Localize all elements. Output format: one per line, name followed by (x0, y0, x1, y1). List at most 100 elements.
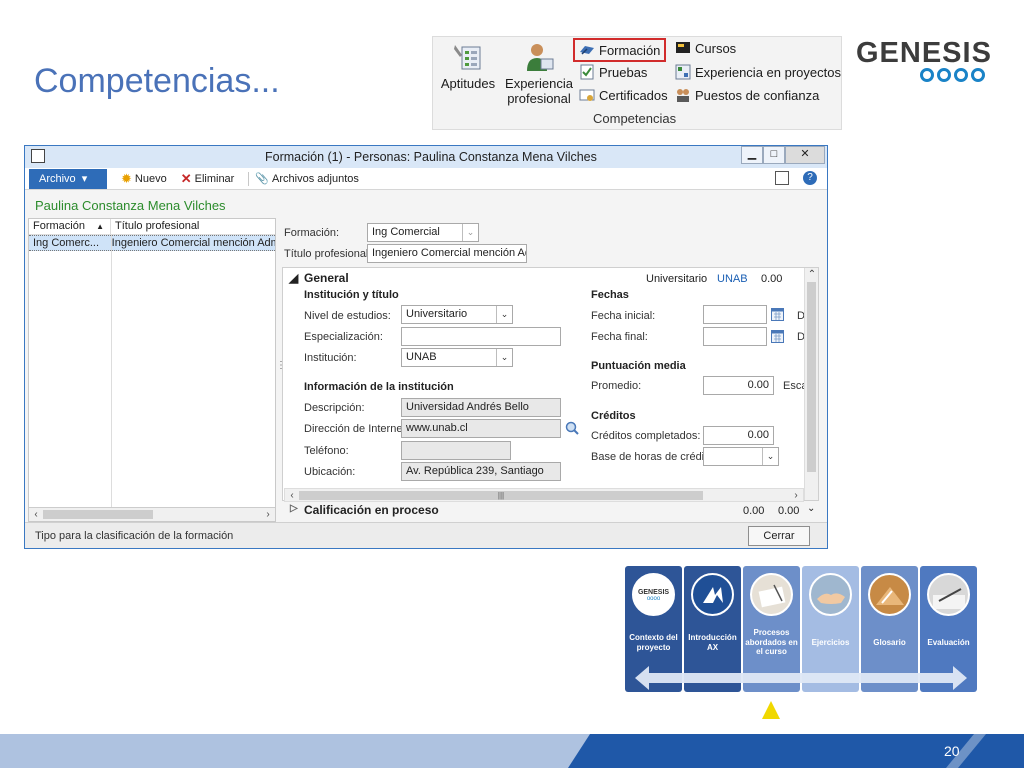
eliminar-button[interactable]: ✕ Eliminar (181, 171, 235, 187)
grid-horizontal-scrollbar[interactable]: ‹ › (29, 507, 275, 521)
scroll-left-icon[interactable]: ‹ (29, 508, 43, 521)
status-bar: Tipo para la clasificación de la formaci… (25, 522, 827, 548)
chevron-down-icon[interactable]: ⌄ (496, 306, 512, 323)
close-window-button[interactable]: ✕ (785, 146, 825, 164)
formacion-label: Formación (599, 42, 661, 58)
person-icon (527, 44, 554, 71)
new-icon: ✹ (121, 170, 132, 186)
chevron-down-icon[interactable]: ⌄ (462, 224, 478, 241)
status-text: Tipo para la clasificación de la formaci… (35, 530, 234, 542)
genesis-logo: GENESIS (856, 38, 996, 86)
form-vertical-scrollbar[interactable]: ⌃ (804, 268, 818, 500)
aptitudes-button[interactable]: Aptitudes (439, 41, 497, 91)
nav-logo-text: GENESIS (637, 589, 670, 596)
institucion-field[interactable]: UNAB ⌄ (401, 348, 513, 367)
scroll-up-icon[interactable]: ⌃ (805, 268, 819, 281)
titulo-field[interactable]: Ingeniero Comercial mención Adn (367, 244, 527, 263)
pruebas-icon (580, 64, 594, 80)
window-title: Formación (1) - Personas: Paulina Consta… (265, 150, 597, 164)
nav-label: Contexto del proyecto (629, 633, 678, 652)
browse-web-icon[interactable] (565, 421, 579, 435)
telefono-field[interactable] (401, 441, 511, 460)
course-navigation: GENESIS oooo Contexto del proyecto Intro… (625, 566, 977, 692)
calendar-icon[interactable] (771, 330, 784, 343)
grid-header: Formación ▲ Título profesional (29, 219, 275, 235)
person-name: Paulina Constanza Mena Vilches (35, 198, 226, 213)
direccion-field[interactable]: www.unab.cl (401, 419, 561, 438)
scroll-thumb[interactable] (43, 510, 153, 519)
layout-icon[interactable] (775, 171, 789, 185)
general-collapse-icon[interactable]: ◢ (289, 271, 298, 285)
form-horizontal-scrollbar[interactable]: ‹ ||| › (284, 488, 804, 502)
formacion-value: Ing Comercial (372, 226, 440, 238)
table-row[interactable]: Ing Comerc... Ingeniero Comercial menció… (29, 235, 275, 251)
descripcion-field[interactable]: Universidad Andrés Bello (401, 398, 561, 417)
archivos-adjuntos-button[interactable]: 📎 Archivos adjuntos (255, 172, 359, 186)
scroll-right-icon[interactable]: › (261, 508, 275, 521)
certificado-icon (579, 89, 595, 101)
archivo-menu[interactable]: Archivo ▾ (29, 168, 107, 189)
scroll-thumb[interactable] (807, 282, 816, 472)
descripcion-label: Descripción: (304, 402, 365, 414)
info-institucion-heading: Información de la institución (304, 381, 454, 393)
fecha-inicial-field[interactable] (703, 305, 767, 324)
experiencia-label-2: profesional (507, 91, 571, 106)
cursos-button[interactable]: Cursos (675, 38, 736, 58)
aptitudes-icon (454, 45, 481, 70)
logo-ring (920, 68, 934, 82)
calificacion-title[interactable]: Calificación en proceso (304, 503, 439, 517)
puestos-confianza-button[interactable]: Puestos de confianza (675, 85, 819, 105)
nivel-value: Universitario (406, 308, 468, 320)
logo-rings (920, 68, 996, 82)
nuevo-button[interactable]: ✹ Nuevo (121, 171, 167, 187)
page-number: 20 (944, 743, 960, 759)
certificados-button[interactable]: Certificados (579, 85, 668, 105)
ubicacion-field[interactable]: Av. República 239, Santiago (401, 462, 561, 481)
nav-label: Evaluación (927, 638, 970, 647)
inst-titulo-heading: Institución y título (304, 289, 399, 301)
experiencia-profesional-button[interactable]: Experiencia profesional (505, 41, 573, 106)
formacion-button[interactable]: Formación (573, 38, 667, 62)
help-icon[interactable]: ? (803, 171, 817, 185)
fecha-final-label: Fecha final: (591, 331, 648, 343)
especializacion-field[interactable] (401, 327, 561, 346)
ubicacion-label: Ubicación: (304, 466, 356, 478)
minimize-button[interactable]: ▁ (741, 146, 763, 164)
nivel-label: Nivel de estudios: (304, 310, 391, 322)
fecha-final-field[interactable] (703, 327, 767, 346)
cell-titulo: Ingeniero Comercial mención Admi (111, 237, 275, 249)
puestos-confianza-label: Puestos de confianza (695, 87, 820, 103)
calendar-icon[interactable] (771, 308, 784, 321)
nivel-field[interactable]: Universitario ⌄ (401, 305, 513, 324)
experiencia-proyectos-button[interactable]: Experiencia en proyectos (675, 62, 841, 82)
col-header-titulo[interactable]: Título profesional (111, 219, 199, 234)
dynamics-logo-icon (691, 573, 734, 616)
col-header-formacion[interactable]: Formación ▲ (29, 219, 111, 234)
archivo-label: Archivo (39, 172, 76, 185)
calificacion-expand-icon[interactable]: ▷ (290, 503, 298, 514)
general-title[interactable]: General (304, 271, 349, 285)
nav-label: Ejercicios (811, 638, 850, 647)
cursos-label: Cursos (695, 40, 737, 56)
nav-label: Introducción AX (688, 633, 737, 652)
formacion-field[interactable]: Ing Comercial ⌄ (367, 223, 479, 242)
nav-label: Glosario (873, 638, 906, 647)
creditos-completados-field[interactable]: 0.00 (703, 426, 774, 445)
base-horas-field[interactable]: ⌄ (703, 447, 779, 466)
documents-icon (750, 573, 793, 616)
pruebas-button[interactable]: Pruebas (579, 62, 647, 82)
calificacion-val1: 0.00 (743, 505, 765, 517)
formacion-field-label: Formación: (284, 227, 340, 239)
formacion-window: Formación (1) - Personas: Paulina Consta… (24, 145, 828, 549)
scroll-thumb[interactable]: ||| (299, 491, 703, 500)
puntuacion-heading: Puntuación media (591, 360, 686, 372)
logo-text: GENESIS (856, 37, 992, 69)
titulo-field-label: Título profesional: (284, 248, 372, 260)
chevron-down-icon[interactable]: ⌄ (762, 448, 778, 465)
ribbon-group-label: Competencias (593, 111, 677, 126)
cerrar-button[interactable]: Cerrar (748, 526, 810, 546)
scroll-down-icon[interactable]: ⌄ (807, 503, 815, 514)
maximize-button[interactable]: □ (763, 146, 785, 164)
chevron-down-icon[interactable]: ⌄ (496, 349, 512, 366)
promedio-field[interactable]: 0.00 (703, 376, 774, 395)
